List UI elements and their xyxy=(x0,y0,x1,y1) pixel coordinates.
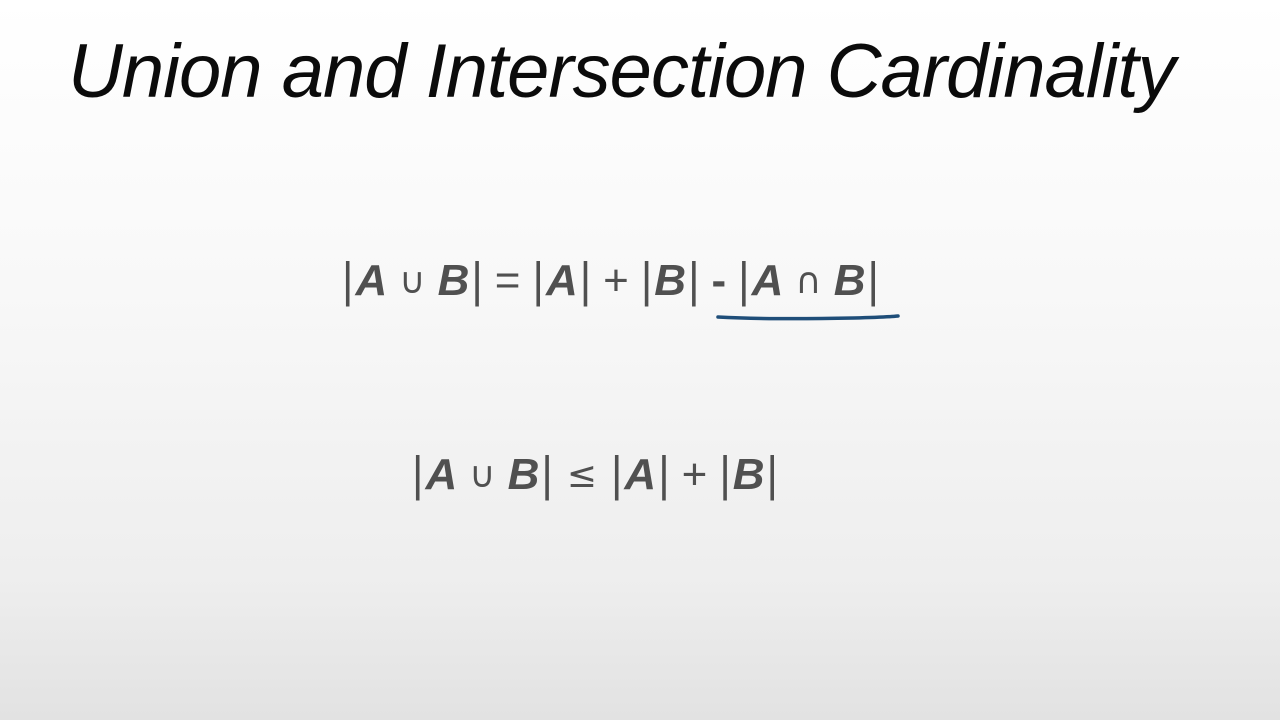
abs-bar: | xyxy=(579,253,592,308)
abs-bar: | xyxy=(610,447,623,502)
set-b: B xyxy=(437,256,470,305)
abs-bar: | xyxy=(688,253,700,308)
slide-title: Union and Intersection Cardinality xyxy=(68,29,1176,114)
union-symbol: ∪ xyxy=(469,455,496,496)
set-a: A xyxy=(425,450,458,499)
abs-bar: | xyxy=(541,447,553,502)
abs-bar: | xyxy=(867,253,879,308)
set-b: B xyxy=(654,256,687,305)
intersection-symbol: ∩ xyxy=(795,261,822,302)
abs-bar: | xyxy=(412,447,424,502)
abs-bar: | xyxy=(342,253,354,308)
plus-sign: + xyxy=(681,450,708,499)
slide: Union and Intersection Cardinality |A ∪ B|… xyxy=(0,0,1280,720)
abs-bar: | xyxy=(738,253,750,308)
abs-bar: | xyxy=(766,447,778,502)
set-a: A xyxy=(624,450,657,499)
less-or-equal-symbol: ≤ xyxy=(566,455,597,496)
plus-sign: + xyxy=(603,256,629,305)
set-b: B xyxy=(507,450,540,499)
abs-bar: | xyxy=(471,253,483,308)
set-a: A xyxy=(751,256,784,305)
union-symbol: ∪ xyxy=(399,261,426,302)
abs-bar: | xyxy=(640,253,653,308)
set-a: A xyxy=(355,256,388,305)
underline-annotation xyxy=(716,314,900,321)
set-b: B xyxy=(732,450,765,499)
inclusion-exclusion-formula: |A ∪ B| = |A| + |B| - |A ∩ B| xyxy=(340,253,881,308)
equals-sign: = xyxy=(494,256,521,305)
abs-bar: | xyxy=(719,447,731,502)
abs-bar: | xyxy=(532,253,544,308)
set-b: B xyxy=(833,256,866,305)
union-upper-bound-formula: |A ∪ B| ≤ |A| + |B| xyxy=(410,447,780,502)
abs-bar: | xyxy=(658,447,670,502)
minus-sign: - xyxy=(711,256,727,305)
set-a: A xyxy=(545,256,578,305)
